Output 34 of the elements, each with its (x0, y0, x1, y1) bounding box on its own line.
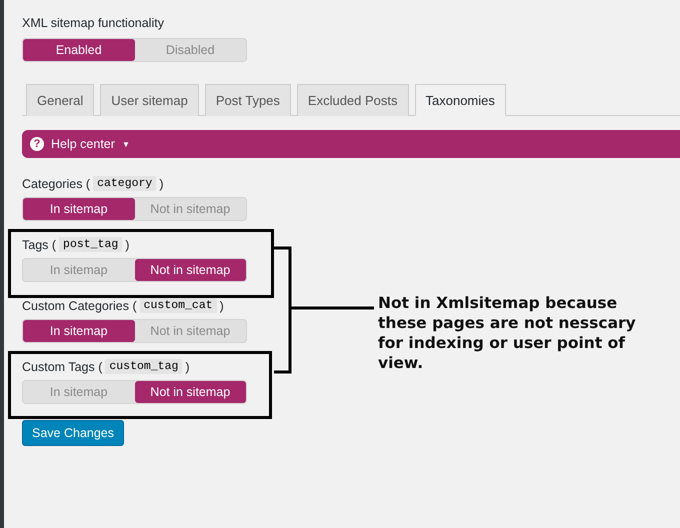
toggle-option[interactable]: Not in sitemap (134, 259, 246, 281)
taxonomy-label: Categories ( (22, 176, 90, 190)
help-center-label: Help center (51, 137, 115, 151)
taxonomy-label: Custom Tags ( (22, 360, 102, 374)
help-icon: ? (30, 137, 44, 151)
closing-paren: ) (125, 238, 130, 252)
taxonomy-slug: post_tag (59, 237, 122, 252)
toggle-option[interactable]: In sitemap (23, 320, 134, 342)
save-button[interactable]: Save Changes (22, 420, 124, 446)
toggle-switch[interactable]: In sitemap Not in sitemap (22, 380, 247, 404)
help-center-bar[interactable]: ? Help center ▼ (22, 130, 680, 158)
tab[interactable]: User sitemap (100, 84, 199, 116)
annotation-note: Not in Xmlsitemap because these pages are not nesscary for indexing or user point of view. (378, 293, 637, 373)
tab[interactable]: Post Types (204, 84, 291, 116)
tab[interactable]: Excluded Posts (296, 84, 409, 116)
taxonomy-label: Custom Categories ( (22, 298, 137, 312)
closing-paren: ) (159, 176, 164, 190)
toggle-option[interactable]: Enabled (23, 39, 134, 61)
toggle-switch[interactable]: In sitemap Not in sitemap (22, 197, 247, 221)
toggle-switch[interactable]: In sitemap Not in sitemap (22, 258, 247, 282)
taxonomy-slug: custom_tag (105, 359, 182, 374)
section-label: XML sitemap functionality (22, 16, 164, 30)
tab[interactable]: General (26, 84, 94, 116)
toggle-switch[interactable]: Enabled Disabled (22, 38, 247, 62)
toggle-option[interactable]: In sitemap (23, 198, 134, 220)
toggle-option[interactable]: Not in sitemap (134, 381, 246, 403)
toggle-switch[interactable]: In sitemap Not in sitemap (22, 319, 247, 343)
tab[interactable]: Taxonomies (414, 84, 506, 116)
taxonomy-slug: category (93, 176, 156, 191)
taxonomy-slug: custom_cat (140, 298, 217, 313)
closing-paren: ) (220, 298, 224, 312)
taxonomy-label: Tags ( (22, 238, 56, 252)
caret-icon: ▼ (122, 140, 130, 148)
closing-paren: ) (185, 360, 190, 374)
